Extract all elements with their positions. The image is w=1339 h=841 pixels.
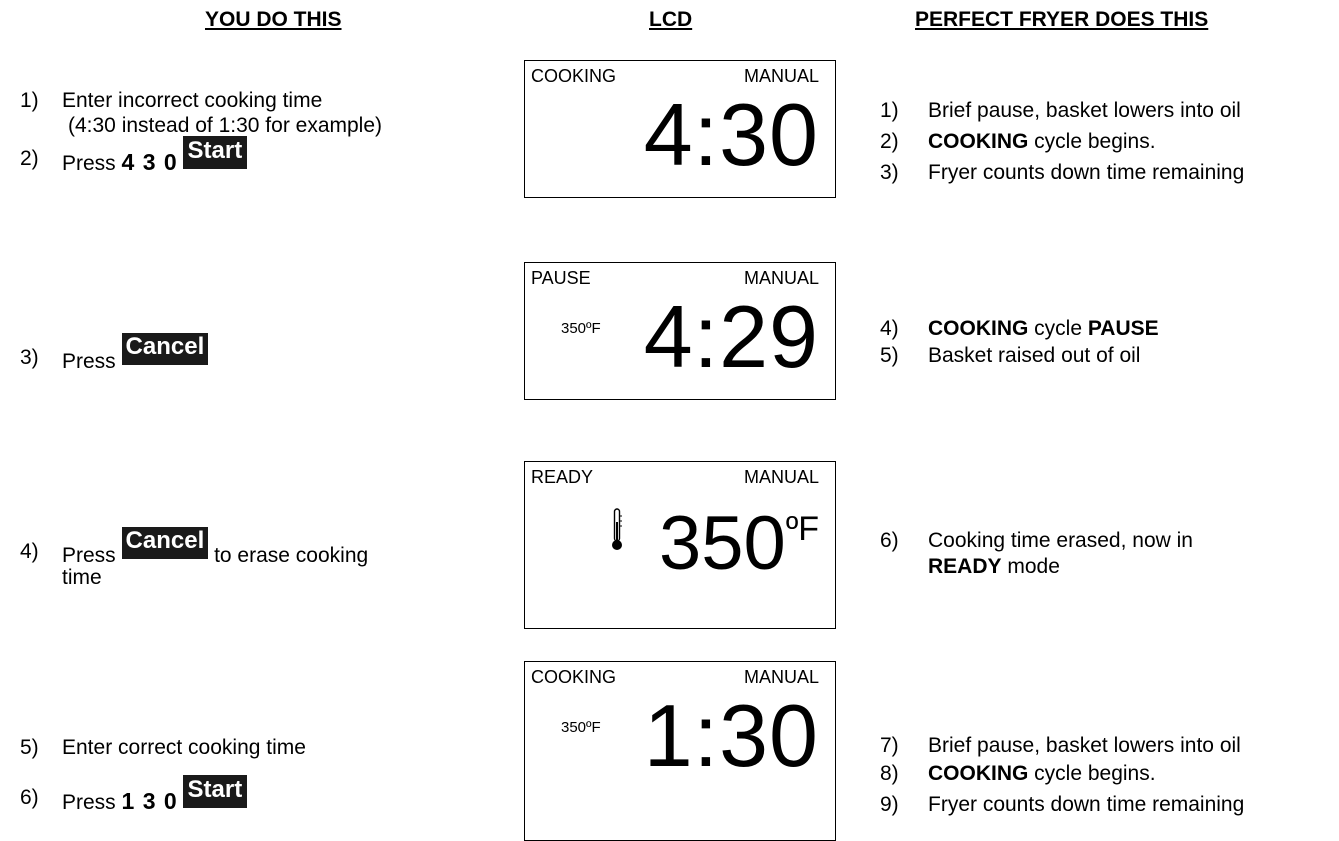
digit-keys: 1 3 0 (121, 788, 177, 814)
lcd-mode: MANUAL (743, 66, 819, 86)
step-1: 1) Enter incorrect cooking time (20, 89, 322, 112)
lcd-status: PAUSE (531, 268, 591, 288)
step-4-continued: time (62, 566, 102, 589)
fryer-step-6-continued: READY mode (928, 556, 1060, 577)
fryer-step-1: 1) Brief pause, basket lowers into oil (880, 99, 1241, 122)
text-rest: cycle begins. (1028, 762, 1156, 785)
lcd-time: 1:30 (643, 686, 819, 785)
step-text: Press 1 3 0 Start (62, 775, 248, 820)
bold-term: COOKING (928, 317, 1029, 340)
step-1-example: (4:30 instead of 1:30 for example) (68, 114, 383, 137)
step-number: 4) (880, 317, 899, 340)
step-number: 9) (880, 793, 899, 816)
step-text: Enter incorrect cooking time (62, 89, 323, 112)
step-number: 6) (880, 529, 899, 552)
step-5: 5) Enter correct cooking time (20, 736, 306, 759)
fryer-step-4: 4) COOKING cycle PAUSE (880, 317, 1159, 340)
step-text: COOKING cycle PAUSE (928, 318, 1159, 339)
step-text: Fryer counts down time remaining (928, 161, 1245, 184)
bold-term: READY (928, 555, 1002, 578)
fryer-step-9: 9) Fryer counts down time remaining (880, 793, 1244, 816)
cancel-key: Cancel (121, 527, 209, 559)
start-key: Start (182, 136, 248, 169)
fryer-step-2: 2) COOKING cycle begins. (880, 130, 1156, 153)
start-key: Start (182, 775, 248, 808)
fryer-step-7: 7) Brief pause, basket lowers into oil (880, 734, 1241, 757)
lcd-mode: MANUAL (743, 268, 819, 288)
step-text: Basket raised out of oil (928, 344, 1141, 367)
step-6: 6) Press 1 3 0 Start (20, 775, 248, 813)
step-text: COOKING cycle begins. (928, 763, 1156, 784)
text-rest: cycle begins. (1028, 130, 1156, 153)
bold-term: COOKING (928, 762, 1029, 785)
lcd-big-temperature: 350ºF (659, 506, 819, 582)
step-text: Enter correct cooking time (62, 736, 306, 759)
step-number: 3) (20, 346, 39, 369)
lcd-mode: MANUAL (743, 467, 819, 487)
fryer-step-3: 3) Fryer counts down time remaining (880, 161, 1244, 184)
step-text: Fryer counts down time remaining (928, 793, 1245, 816)
lcd-status: READY (531, 467, 594, 487)
press-label: Press (62, 152, 116, 175)
header-you-do-this: YOU DO THIS (205, 8, 342, 31)
step-text: Press Cancel to erase cooking (62, 527, 369, 573)
text-rest: cycle (1028, 317, 1088, 340)
bold-term: COOKING (928, 130, 1029, 153)
step-number: 1) (20, 89, 39, 112)
step-number: 1) (880, 99, 899, 122)
step-3: 3) Press Cancel (20, 333, 209, 372)
step-number: 5) (20, 736, 39, 759)
step-number: 2) (20, 147, 39, 170)
step-4: 4) Press Cancel to erase cooking (20, 527, 368, 566)
temperature-value: 350 (659, 501, 786, 586)
lcd-time: 4:30 (643, 85, 819, 184)
cancel-key: Cancel (121, 333, 209, 365)
step-text: COOKING cycle begins. (928, 131, 1156, 152)
lcd-mode: MANUAL (743, 667, 819, 687)
fryer-step-5: 5) Basket raised out of oil (880, 344, 1140, 367)
step-text: Brief pause, basket lowers into oil (928, 99, 1241, 122)
lcd-time: 4:29 (643, 287, 819, 386)
lcd-status: COOKING (531, 66, 617, 86)
step-number: 3) (880, 161, 899, 184)
step-text: Press Cancel (62, 333, 209, 379)
lcd-temperature: 350ºF (561, 320, 601, 337)
digit-keys: 4 3 0 (121, 149, 177, 175)
press-label: Press (62, 544, 116, 567)
lcd-temperature: 350ºF (561, 719, 601, 736)
text-rest: mode (1001, 555, 1060, 578)
bold-term-2: PAUSE (1087, 317, 1159, 340)
lcd-screen-3: READY MANUAL 350ºF (524, 461, 836, 629)
lcd-screen-1: COOKING MANUAL 4:30 (524, 60, 836, 198)
step-2: 2) Press 4 3 0 Start (20, 136, 248, 174)
step-number: 8) (880, 762, 899, 785)
lcd-screen-4: COOKING MANUAL 350ºF 1:30 (524, 661, 836, 841)
step-number: 6) (20, 786, 39, 809)
fryer-step-6: 6) Cooking time erased, now in (880, 529, 1193, 552)
lcd-status: COOKING (531, 667, 617, 687)
step-text: Brief pause, basket lowers into oil (928, 734, 1241, 757)
step-number: 2) (880, 130, 899, 153)
step-text: Press 4 3 0 Start (62, 136, 248, 181)
step-text-after: to erase cooking (214, 544, 369, 567)
step-number: 7) (880, 734, 899, 757)
header-perfect-fryer: PERFECT FRYER DOES THIS (915, 8, 1209, 31)
lcd-screen-2: PAUSE MANUAL 350ºF 4:29 (524, 262, 836, 400)
header-lcd: LCD (649, 8, 693, 31)
thermometer-icon (612, 508, 622, 550)
press-label: Press (62, 791, 116, 814)
step-text: Cooking time erased, now in (928, 529, 1193, 552)
step-number: 5) (880, 344, 899, 367)
fryer-step-8: 8) COOKING cycle begins. (880, 762, 1156, 785)
press-label: Press (62, 350, 116, 373)
temperature-unit: ºF (785, 510, 819, 548)
step-number: 4) (20, 540, 39, 563)
